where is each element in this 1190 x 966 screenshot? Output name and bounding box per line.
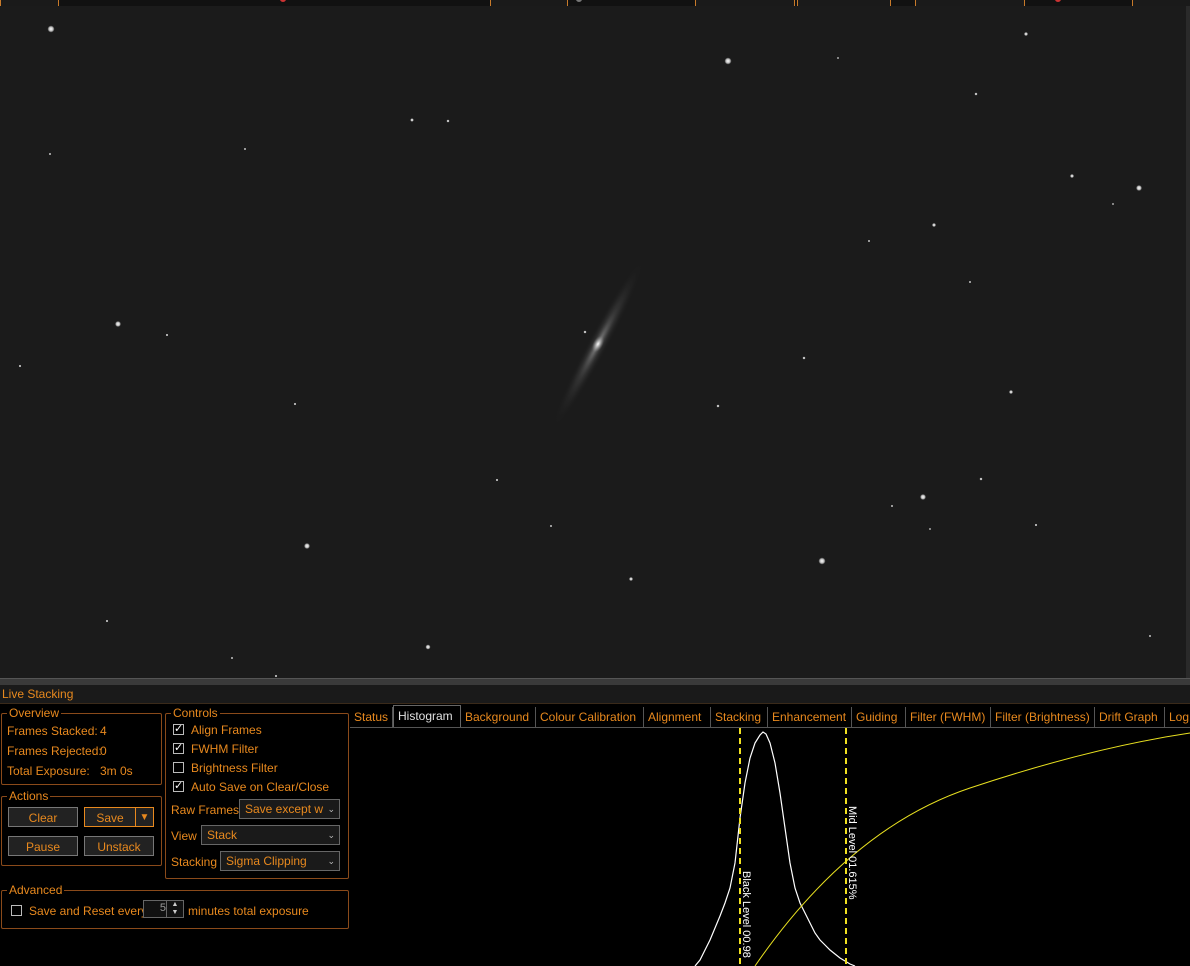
save-dropdown-icon[interactable]: ▼ bbox=[135, 807, 154, 827]
mid-level-label: Mid Level 01.615% bbox=[846, 806, 858, 900]
star-field-image bbox=[0, 6, 1190, 678]
unstack-button[interactable]: Unstack bbox=[84, 836, 154, 856]
histogram-panel[interactable]: Black Level 00.98 Mid Level 01.615% bbox=[350, 728, 1190, 966]
stacking-label: Stacking bbox=[171, 855, 218, 869]
chevron-down-icon: ⌄ bbox=[327, 804, 335, 814]
align-frames-checkbox[interactable] bbox=[173, 722, 184, 735]
tab-drift-graph[interactable]: Drift Graph bbox=[1095, 707, 1165, 728]
histogram-curve bbox=[694, 731, 856, 966]
tab-colour-calibration[interactable]: Colour Calibration bbox=[536, 707, 644, 728]
save-reset-minutes-stepper[interactable]: 5 ▲ ▼ bbox=[143, 900, 184, 918]
image-scrollbar[interactable] bbox=[1186, 6, 1190, 678]
auto-save-label: Auto Save on Clear/Close bbox=[191, 780, 330, 794]
panel-title: Live Stacking bbox=[2, 687, 74, 701]
auto-save-checkbox[interactable] bbox=[173, 779, 184, 792]
clear-button[interactable]: Clear bbox=[8, 807, 78, 827]
save-reset-checkbox[interactable] bbox=[11, 905, 22, 916]
view-select[interactable]: Stack ⌄ bbox=[201, 825, 340, 845]
status-icon bbox=[576, 0, 582, 2]
tab-alignment[interactable]: Alignment bbox=[644, 707, 711, 728]
panel-splitter[interactable] bbox=[0, 678, 1190, 685]
tab-filter-fwhm[interactable]: Filter (FWHM) bbox=[906, 707, 991, 728]
live-stacking-header: Live Stacking bbox=[0, 685, 1190, 704]
stacked-image-view[interactable] bbox=[0, 6, 1190, 678]
controls-legend: Controls bbox=[171, 706, 220, 720]
tab-background[interactable]: Background bbox=[461, 707, 536, 728]
actions-legend: Actions bbox=[7, 789, 51, 803]
raw-frames-select[interactable]: Save except w ⌄ bbox=[239, 799, 340, 819]
frames-rejected-value: 0 bbox=[100, 744, 107, 758]
brightness-filter-checkbox[interactable] bbox=[173, 762, 184, 773]
raw-frames-label: Raw Frames bbox=[171, 803, 240, 817]
advanced-legend: Advanced bbox=[7, 883, 65, 897]
tab-stacking[interactable]: Stacking bbox=[711, 707, 768, 728]
tab-histogram[interactable]: Histogram bbox=[393, 705, 461, 728]
total-exposure-label: Total Exposure: bbox=[7, 764, 90, 778]
fwhm-filter-label: FWHM Filter bbox=[191, 742, 259, 756]
raw-frames-value: Save except w bbox=[245, 802, 324, 816]
stacking-value: Sigma Clipping bbox=[226, 854, 307, 868]
record-icon bbox=[280, 0, 286, 2]
tab-log[interactable]: Log bbox=[1165, 707, 1190, 728]
brightness-filter-label: Brightness Filter bbox=[191, 761, 278, 775]
frames-stacked-value: 4 bbox=[100, 724, 107, 738]
total-exposure-value: 3m 0s bbox=[100, 764, 133, 778]
tab-guiding[interactable]: Guiding bbox=[852, 707, 906, 728]
save-reset-suffix: minutes total exposure bbox=[188, 904, 309, 918]
tab-enhancement[interactable]: Enhancement bbox=[768, 707, 852, 728]
view-label: View bbox=[171, 829, 197, 843]
tab-filter-brightness[interactable]: Filter (Brightness) bbox=[991, 707, 1095, 728]
chevron-down-icon: ⌄ bbox=[327, 856, 335, 866]
view-value: Stack bbox=[207, 828, 238, 842]
fwhm-filter-checkbox[interactable] bbox=[173, 741, 184, 754]
tab-status[interactable]: Status bbox=[350, 707, 393, 728]
black-level-label: Black Level 00.98 bbox=[740, 871, 752, 958]
save-button[interactable]: Save bbox=[84, 807, 136, 827]
frames-stacked-label: Frames Stacked: bbox=[7, 724, 98, 738]
pause-button[interactable]: Pause bbox=[8, 836, 78, 856]
histogram-plot: Black Level 00.98 Mid Level 01.615% bbox=[694, 728, 1190, 966]
live-stacking-tabs: Status Histogram Background Colour Calib… bbox=[350, 705, 1190, 728]
stretch-curve bbox=[754, 732, 1190, 966]
save-reset-label: Save and Reset every bbox=[29, 904, 148, 918]
align-frames-label: Align Frames bbox=[191, 723, 262, 737]
stacking-select[interactable]: Sigma Clipping ⌄ bbox=[220, 851, 340, 871]
chevron-down-icon: ⌄ bbox=[327, 830, 335, 840]
close-icon[interactable] bbox=[1055, 0, 1061, 2]
stepper-arrows-icon[interactable]: ▲ ▼ bbox=[166, 901, 183, 917]
overview-legend: Overview bbox=[7, 706, 62, 720]
frames-rejected-label: Frames Rejected: bbox=[7, 744, 102, 758]
